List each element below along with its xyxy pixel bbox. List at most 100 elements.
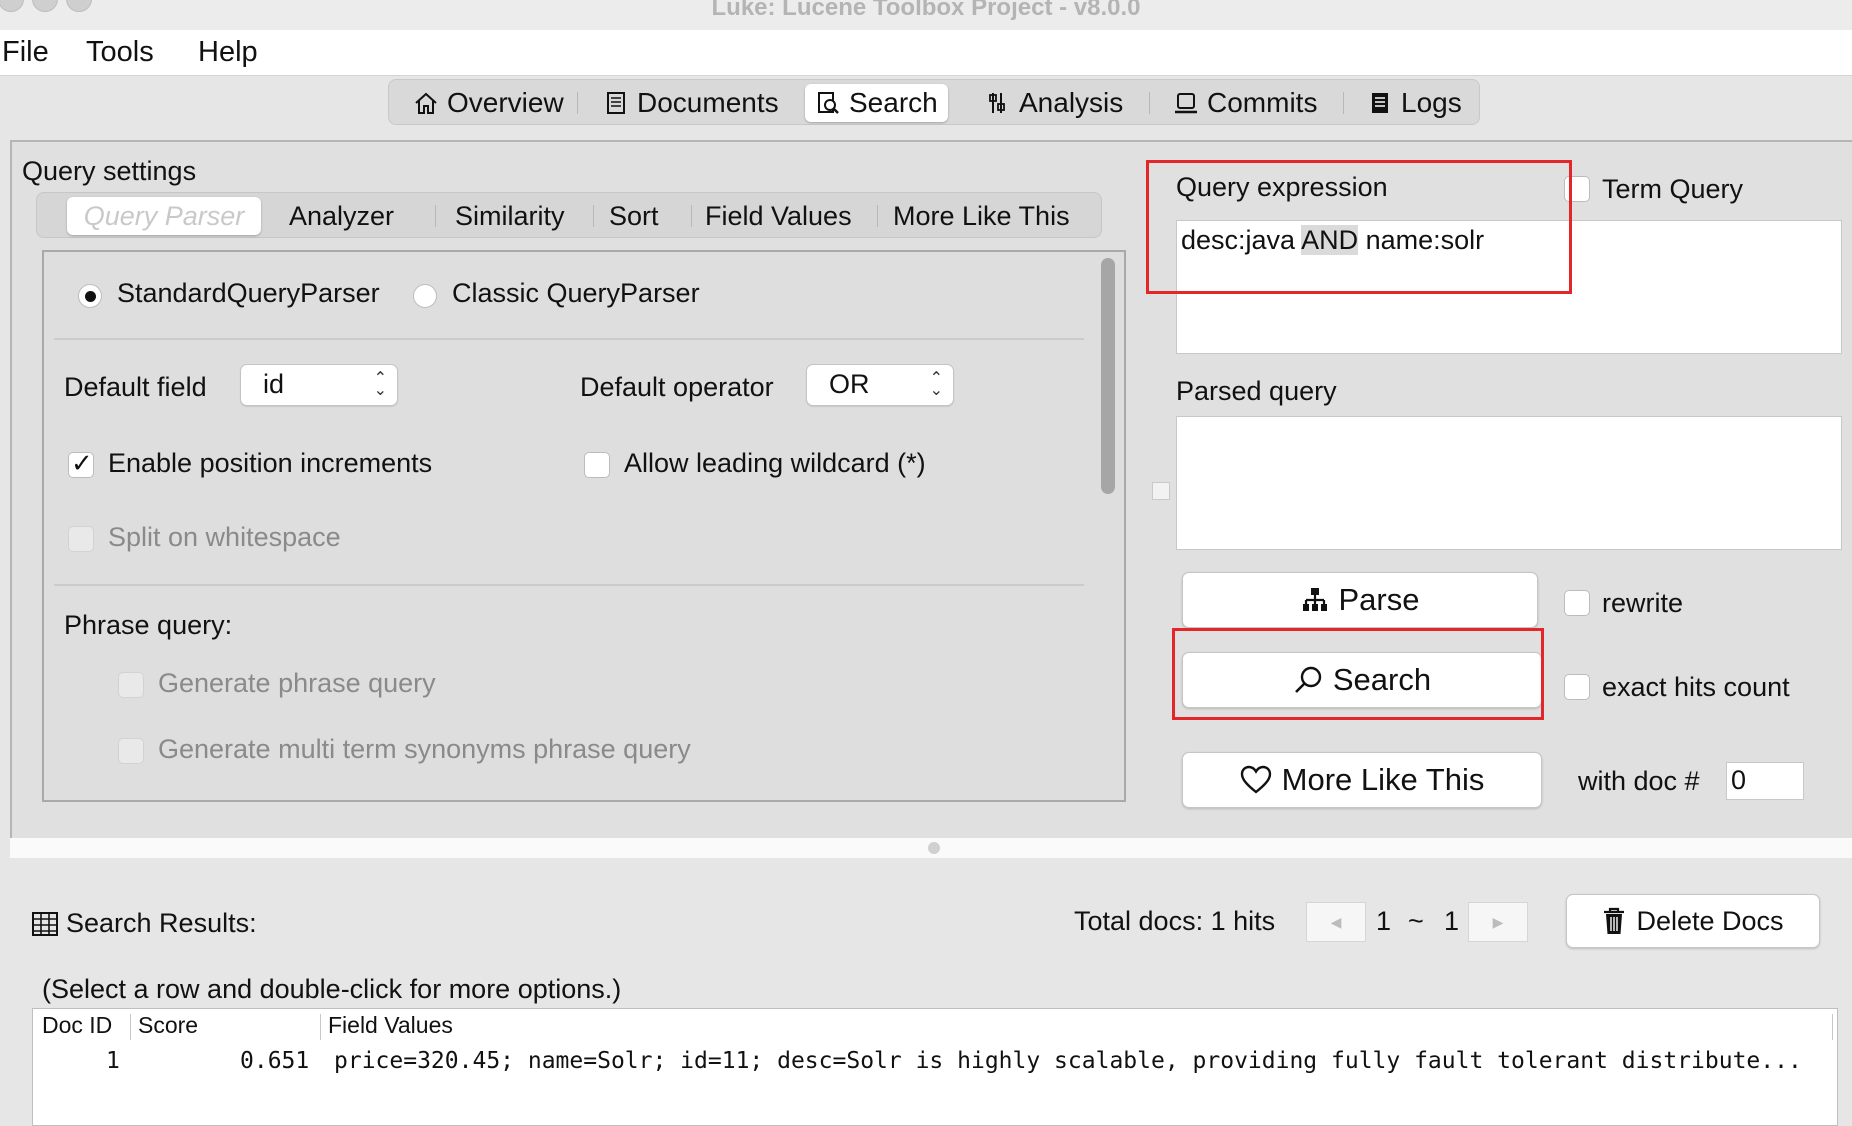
tab-sort[interactable]: Sort [597,197,671,235]
tab-search[interactable]: Search [805,84,948,122]
allow-leading-wildcard-checkbox[interactable] [584,452,610,478]
table-icon [32,912,58,936]
tab-field-values[interactable]: Field Values [693,197,864,235]
menu-file[interactable]: File [2,36,49,69]
splitter-handle[interactable] [1152,482,1170,500]
chevron-updown-icon: ⌃ ⌄ [373,370,387,399]
default-operator-value: OR [829,369,870,399]
generate-multi-term-checkbox[interactable] [118,738,144,764]
column-divider [130,1014,131,1040]
delete-docs-button[interactable]: Delete Docs [1566,894,1820,948]
column-header-score[interactable]: Score [138,1012,198,1039]
standard-parser-radio[interactable] [78,284,102,308]
log-icon [1372,93,1388,113]
menu-help[interactable]: Help [198,36,258,69]
column-divider [1832,1014,1833,1040]
tab-label: Documents [637,87,779,118]
title-bar: Luke: Lucene Toolbox Project - v8.0.0 [0,0,1852,30]
laptop-icon [1175,93,1197,114]
phrase-query-label: Phrase query: [64,610,233,640]
default-field-value: id [263,369,285,399]
default-field-select[interactable]: id ⌃ ⌄ [240,364,398,406]
page-from: 1 [1376,906,1392,936]
scrollbar-thumb[interactable] [1101,258,1115,494]
cell-doc-id: 1 [106,1048,120,1074]
main-tab-bar: Overview Documents Search Analysis Commi… [388,79,1480,125]
menu-bar: File Tools Help [0,30,1852,76]
with-doc-input[interactable]: 0 [1726,762,1804,800]
table-row[interactable]: 1 0.651 price=320.45; name=Solr; id=11; … [34,1044,1836,1080]
column-header-doc-id[interactable]: Doc ID [42,1012,112,1039]
prev-page-button[interactable]: ◀ [1306,902,1366,942]
tab-label: Logs [1401,87,1462,118]
page-to: 1 [1444,906,1460,936]
tab-documents[interactable]: Documents [593,84,789,122]
menu-tools[interactable]: Tools [86,36,154,69]
window-title: Luke: Lucene Toolbox Project - v8.0.0 [711,0,1141,21]
tab-more-like-this[interactable]: More Like This [881,197,1082,235]
exact-hits-count-checkbox[interactable] [1564,674,1590,700]
hierarchy-icon [1302,588,1327,611]
tab-commits[interactable]: Commits [1163,84,1327,122]
chevron-updown-icon: ⌃ ⌄ [929,370,943,399]
rewrite-checkbox[interactable] [1564,590,1590,616]
tab-divider [877,205,878,227]
separator [54,338,1084,340]
standard-parser-label: StandardQueryParser [117,278,380,308]
next-page-button[interactable]: ▶ [1468,902,1528,942]
search-button-highlight [1172,628,1544,720]
generate-phrase-query-checkbox[interactable] [118,672,144,698]
tab-logs[interactable]: Logs [1357,84,1472,122]
query-expression-highlight [1146,160,1572,294]
tab-label: Commits [1207,87,1318,118]
parsed-query-label: Parsed query [1176,376,1337,406]
more-like-this-label: More Like This [1281,762,1485,797]
generate-multi-term-label: Generate multi term synonyms phrase quer… [158,734,691,764]
tab-divider [593,205,594,227]
parse-button[interactable]: Parse [1182,572,1538,628]
default-field-label: Default field [64,372,207,402]
chevron-left-icon: ◀ [1330,913,1342,930]
tab-query-parser[interactable]: Query Parser [67,197,261,235]
settings-tab-bar: Query Parser Analyzer Similarity Sort Fi… [36,192,1102,238]
allow-leading-wildcard-label: Allow leading wildcard (*) [624,448,926,478]
tab-divider [1343,92,1344,114]
tab-divider [691,205,692,227]
split-on-whitespace-checkbox[interactable] [68,526,94,552]
cell-field-values: price=320.45; name=Solr; id=11; desc=Sol… [334,1048,1802,1074]
split-divider-handle[interactable] [928,842,940,854]
document-icon [607,92,625,114]
search-results-title: Search Results: [66,908,257,938]
tab-divider [435,205,436,227]
chevron-right-icon: ▶ [1492,913,1504,930]
tab-similarity[interactable]: Similarity [443,197,577,235]
column-divider [320,1014,321,1040]
query-settings-title: Query settings [22,156,197,186]
enable-position-increments-label: Enable position increments [108,448,433,478]
generate-phrase-query-label: Generate phrase query [158,668,436,698]
default-operator-select[interactable]: OR ⌃ ⌄ [806,364,954,406]
term-query-label: Term Query [1602,174,1744,204]
tab-label: Search [849,87,938,118]
heart-icon [1240,765,1271,794]
tools-icon [989,93,1005,113]
more-like-this-button[interactable]: More Like This [1182,752,1542,808]
page-separator: ~ [1408,906,1424,936]
with-doc-label: with doc # [1578,766,1700,796]
enable-position-increments-checkbox[interactable] [68,448,94,479]
column-header-field-values[interactable]: Field Values [328,1012,453,1039]
default-operator-label: Default operator [580,372,774,402]
tab-analyzer[interactable]: Analyzer [277,197,406,235]
classic-parser-radio[interactable] [413,284,437,308]
tab-overview[interactable]: Overview [403,84,574,122]
tab-analysis[interactable]: Analysis [975,84,1133,122]
tab-divider [1149,92,1150,114]
results-hint: (Select a row and double-click for more … [42,974,622,1004]
parsed-query-output[interactable] [1176,416,1842,550]
tab-label: Overview [447,87,564,118]
parse-button-label: Parse [1338,582,1420,617]
tab-divider [577,92,578,114]
tab-label: Analysis [1019,87,1124,118]
home-icon [415,92,437,114]
search-doc-icon [818,92,839,114]
